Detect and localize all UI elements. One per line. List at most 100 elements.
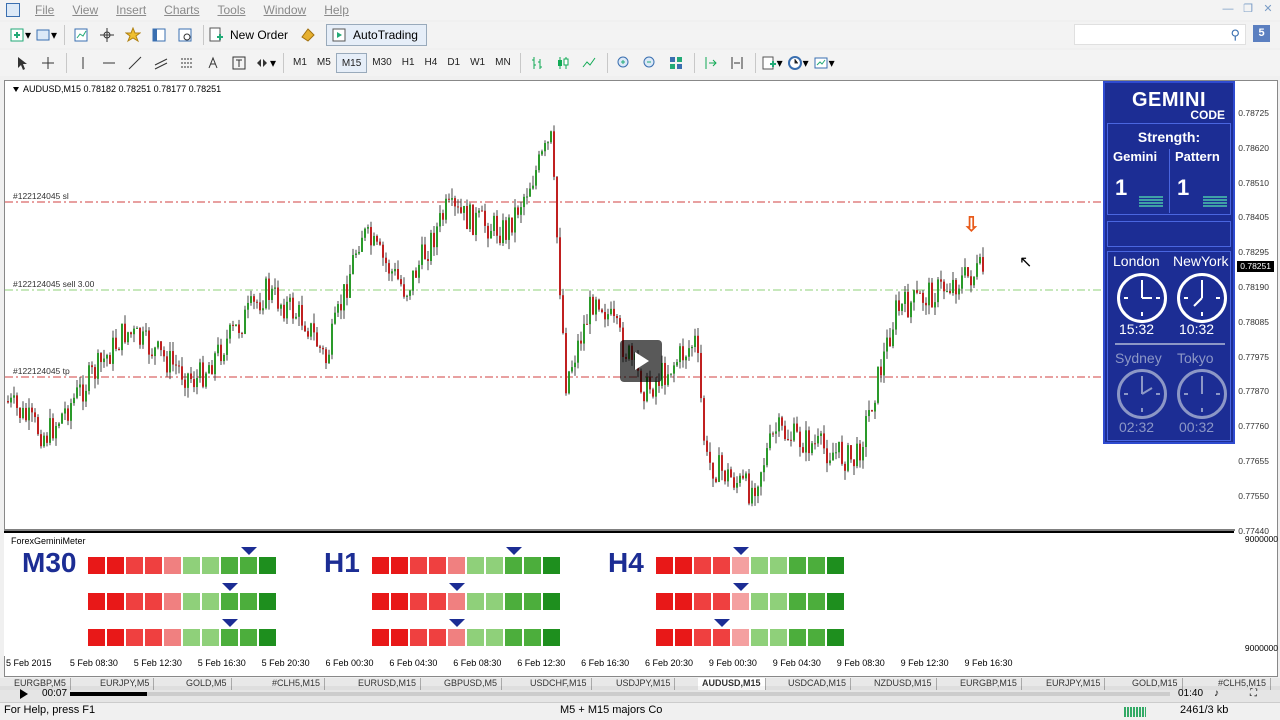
candle	[700, 344, 702, 403]
help-icon[interactable]: 5	[1253, 25, 1270, 42]
timeframe-h4[interactable]: H4	[420, 53, 443, 73]
candle	[706, 435, 708, 456]
timeframe-m5[interactable]: M5	[312, 53, 336, 73]
candle	[112, 330, 114, 371]
search-icon[interactable]: ⚲	[1230, 27, 1240, 43]
candle	[163, 346, 165, 362]
video-progress-fill[interactable]	[70, 692, 147, 696]
meter-marker-icon	[222, 619, 238, 627]
separator	[203, 25, 204, 45]
autotrading-button[interactable]: AutoTrading	[326, 24, 427, 46]
menu-file[interactable]: File	[26, 3, 63, 17]
volume-icon[interactable]: ♪	[1214, 688, 1219, 699]
new-order-icon	[209, 27, 223, 42]
bar-chart-button[interactable]	[525, 52, 549, 74]
new-chart-button[interactable]: ▾	[8, 24, 32, 46]
timeframe-h1[interactable]: H1	[397, 53, 420, 73]
candle	[835, 443, 837, 460]
minimize-button[interactable]: —	[1220, 2, 1236, 16]
horizontal-line-tool[interactable]	[97, 52, 121, 74]
candle	[652, 387, 654, 399]
fibonacci-tool[interactable]	[175, 52, 199, 74]
meter-cell	[429, 629, 446, 646]
arrows-tool[interactable]: ▾	[253, 52, 277, 74]
timeframe-mn[interactable]: MN	[490, 53, 516, 73]
menu-insert[interactable]: Insert	[107, 3, 155, 17]
candle	[376, 234, 378, 245]
close-button[interactable]: ✕	[1260, 2, 1276, 16]
menu-view[interactable]: View	[63, 3, 107, 17]
candle	[880, 359, 882, 383]
candle	[811, 440, 813, 456]
cursor-tool[interactable]	[10, 52, 34, 74]
video-progress-track[interactable]	[70, 692, 1170, 696]
candle	[433, 225, 435, 256]
menu-help[interactable]: Help	[315, 3, 358, 17]
strategy-tester-button[interactable]	[173, 24, 197, 46]
timeframe-d1[interactable]: D1	[442, 53, 465, 73]
candle	[379, 238, 381, 246]
candle	[886, 329, 888, 359]
play-icon[interactable]	[20, 689, 28, 699]
data-window-button[interactable]	[95, 24, 119, 46]
profiles-button[interactable]: ▾	[34, 24, 58, 46]
candle	[844, 461, 846, 480]
zoom-out-button[interactable]	[638, 52, 662, 74]
text-tool[interactable]	[201, 52, 225, 74]
menu-window[interactable]: Window	[255, 3, 316, 17]
menu-tools[interactable]: Tools	[209, 3, 255, 17]
terminal-button[interactable]	[147, 24, 171, 46]
menu-charts[interactable]: Charts	[155, 3, 208, 17]
meter-cell	[732, 629, 749, 646]
candle	[925, 297, 927, 315]
navigator-button[interactable]	[121, 24, 145, 46]
timeframe-m1[interactable]: M1	[288, 53, 312, 73]
candle	[361, 230, 363, 253]
timeframe-m15[interactable]: M15	[335, 53, 368, 73]
search-input[interactable]	[1074, 24, 1246, 45]
metaeditor-button[interactable]	[296, 24, 320, 46]
fullscreen-icon[interactable]: ⛶	[1250, 688, 1257, 699]
candle	[400, 274, 402, 287]
crosshair-tool[interactable]	[36, 52, 60, 74]
meter-cell	[448, 629, 465, 646]
candle	[964, 258, 966, 278]
zoom-in-button[interactable]	[612, 52, 636, 74]
candlestick-chart[interactable]	[5, 81, 1277, 531]
timeframe-m30[interactable]: M30	[367, 53, 396, 73]
candle	[283, 298, 285, 322]
price-tick-label: 0.78510	[1238, 177, 1269, 188]
new-order-button[interactable]: New Order	[208, 24, 288, 46]
candle	[136, 326, 138, 329]
candle	[16, 392, 18, 416]
candle	[619, 314, 621, 332]
timeframe-w1[interactable]: W1	[465, 53, 490, 73]
candle	[337, 301, 339, 318]
video-play-overlay-button[interactable]	[620, 340, 662, 382]
vertical-line-tool[interactable]	[71, 52, 95, 74]
meter-cell	[770, 629, 787, 646]
restore-button[interactable]: ❐	[1240, 2, 1256, 16]
indicators-button[interactable]: ▾	[760, 52, 784, 74]
templates-button[interactable]: ▾	[812, 52, 836, 74]
candle	[814, 434, 816, 450]
candlestick-button[interactable]	[551, 52, 575, 74]
autoscroll-button[interactable]	[699, 52, 723, 74]
candle	[502, 213, 504, 247]
candle	[91, 361, 93, 374]
chart-shift-button[interactable]	[725, 52, 749, 74]
market-watch-button[interactable]	[69, 24, 93, 46]
candle	[883, 342, 885, 383]
line-chart-button[interactable]	[577, 52, 601, 74]
periods-button[interactable]: ▾	[786, 52, 810, 74]
trendline-tool[interactable]	[123, 52, 147, 74]
meter-cell	[656, 557, 673, 574]
pattern-strength-value: 1	[1177, 175, 1190, 200]
candle	[10, 393, 12, 408]
tile-windows-button[interactable]	[664, 52, 688, 74]
meter-cell	[429, 593, 446, 610]
candle	[109, 352, 111, 365]
candle	[220, 338, 222, 366]
text-label-tool[interactable]	[227, 52, 251, 74]
channel-tool[interactable]	[149, 52, 173, 74]
